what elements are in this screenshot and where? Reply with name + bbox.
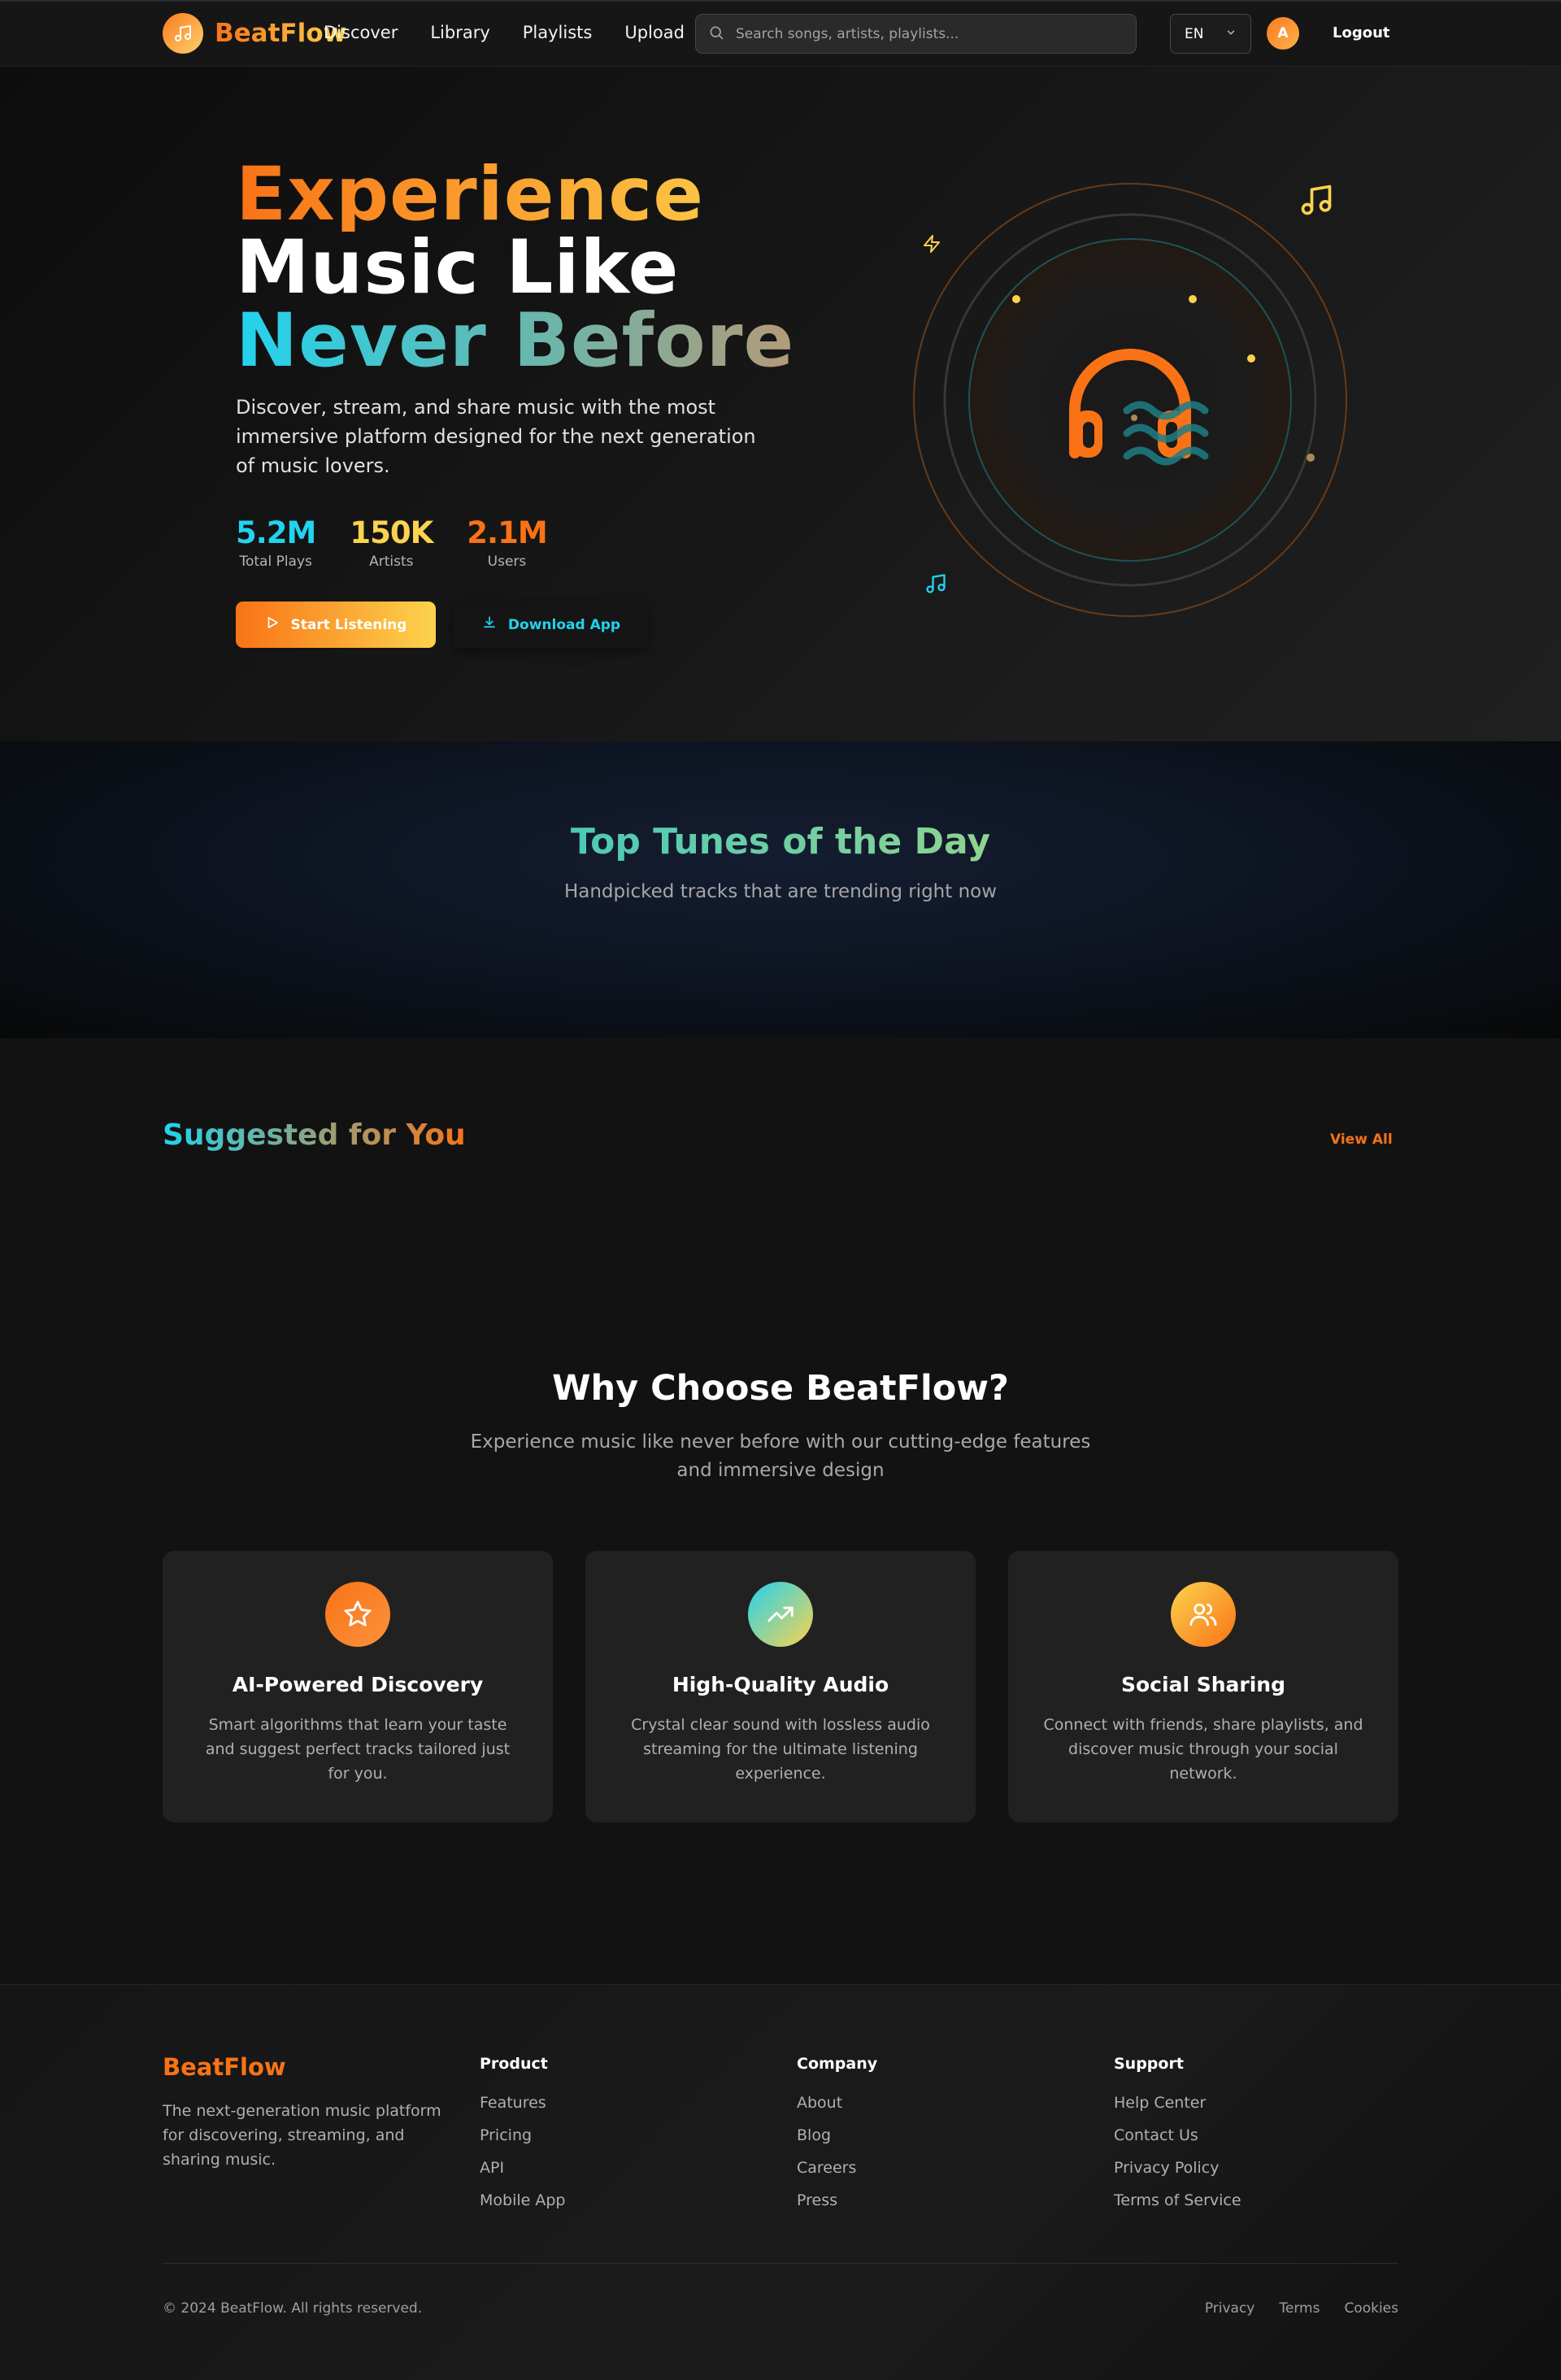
music-note-icon: [1298, 182, 1334, 221]
legal-link-terms[interactable]: Terms: [1279, 2300, 1320, 2317]
footer-link[interactable]: Careers: [797, 2159, 877, 2191]
search-icon: [708, 24, 724, 44]
footer-link[interactable]: Press: [797, 2191, 877, 2224]
feature-card-ai: AI-Powered Discovery Smart algorithms th…: [163, 1551, 553, 1822]
music-note-icon: [163, 13, 203, 54]
footer-column-title: Product: [480, 2055, 548, 2073]
legal-link-cookies[interactable]: Cookies: [1344, 2300, 1398, 2317]
logout-button[interactable]: Logout: [1333, 24, 1390, 41]
feature-card-social: Social Sharing Connect with friends, sha…: [1008, 1551, 1398, 1822]
top-navigation: BeatFlow Discover Library Playlists Uplo…: [0, 0, 1561, 67]
top-tunes-section: Top Tunes of the Day Handpicked tracks t…: [0, 741, 1561, 1038]
footer-link[interactable]: Mobile App: [480, 2191, 565, 2224]
play-icon: [265, 615, 280, 634]
star-icon: [325, 1582, 390, 1647]
stat-value: 2.1M: [467, 515, 547, 550]
footer-description: The next-generation music platform for d…: [163, 2102, 441, 2169]
stat-label: Artists: [369, 554, 414, 570]
feature-title: Social Sharing: [1121, 1673, 1285, 1696]
footer-link[interactable]: About: [797, 2094, 877, 2126]
footer-brand: BeatFlow: [163, 2053, 286, 2081]
chevron-down-icon: [1225, 26, 1237, 42]
footer-column-product: Product Features Pricing API Mobile App: [480, 2055, 565, 2224]
footer-column-title: Support: [1114, 2055, 1184, 2073]
feature-description: Crystal clear sound with lossless audio …: [631, 1716, 930, 1783]
search-bar: [695, 14, 1137, 54]
start-listening-label: Start Listening: [290, 616, 407, 633]
nav-link-upload[interactable]: Upload: [624, 23, 685, 42]
footer-column-support: Support Help Center Contact Us Privacy P…: [1114, 2055, 1241, 2224]
footer-link[interactable]: Privacy Policy: [1114, 2159, 1241, 2191]
feature-description: Smart algorithms that learn your taste a…: [205, 1716, 511, 1783]
footer: BeatFlow The next-generation music platf…: [0, 1984, 1561, 2380]
footer-link[interactable]: Terms of Service: [1114, 2191, 1241, 2224]
stat-users: 2.1M Users: [467, 515, 547, 570]
why-title: Why Choose BeatFlow?: [552, 1368, 1009, 1409]
hero-visualizer: [913, 183, 1347, 617]
top-tunes-subtitle: Handpicked tracks that are trending righ…: [563, 881, 998, 902]
feature-card-audio: High-Quality Audio Crystal clear sound w…: [585, 1551, 976, 1822]
trending-up-icon: [748, 1582, 813, 1647]
footer-legal-links: Privacy Terms Cookies: [1205, 2300, 1398, 2317]
search-input[interactable]: [736, 25, 1118, 42]
hero-title: Experience Music Like Never Before: [236, 158, 795, 384]
download-icon: [482, 615, 497, 634]
zap-icon: [922, 234, 941, 257]
nav-links: Discover Library Playlists Upload: [324, 23, 685, 42]
footer-link[interactable]: Help Center: [1114, 2094, 1241, 2126]
top-tunes-title-text: Top Tunes of the Day: [570, 821, 991, 862]
nav-link-library[interactable]: Library: [430, 23, 489, 42]
hero-stats: 5.2M Total Plays 150K Artists 2.1M Users: [236, 515, 548, 570]
copyright: © 2024 BeatFlow. All rights reserved.: [163, 2300, 423, 2317]
stat-artists: 150K Artists: [350, 515, 433, 570]
hero-subtitle: Discover, stream, and share music with t…: [236, 396, 756, 477]
legal-link-privacy[interactable]: Privacy: [1205, 2300, 1255, 2317]
stat-label: Total Plays: [239, 554, 312, 570]
nav-link-playlists[interactable]: Playlists: [523, 23, 593, 42]
start-listening-button[interactable]: Start Listening: [236, 602, 436, 648]
suggested-title: Suggested for You: [163, 1118, 466, 1152]
brand-logo[interactable]: BeatFlow: [163, 13, 346, 54]
why-subtitle: Experience music like never before with …: [470, 1431, 1091, 1481]
download-app-label: Download App: [507, 616, 621, 633]
footer-link[interactable]: Contact Us: [1114, 2126, 1241, 2159]
footer-link[interactable]: API: [480, 2159, 565, 2191]
users-icon: [1171, 1582, 1236, 1647]
nav-link-discover[interactable]: Discover: [324, 23, 398, 42]
footer-link[interactable]: Blog: [797, 2126, 877, 2159]
stat-label: Users: [487, 554, 527, 570]
hero-title-line1: Experience: [236, 158, 794, 232]
footer-divider: [163, 2263, 1398, 2264]
stat-value: 5.2M: [236, 515, 316, 550]
language-value: EN: [1185, 25, 1204, 42]
footer-link[interactable]: Features: [480, 2094, 565, 2126]
stat-total-plays: 5.2M Total Plays: [236, 515, 316, 570]
feature-title: AI-Powered Discovery: [232, 1673, 484, 1696]
hero-section: Experience Music Like Never Before Disco…: [0, 67, 1561, 741]
footer-link[interactable]: Pricing: [480, 2126, 565, 2159]
download-app-button[interactable]: Download App: [454, 602, 649, 648]
feature-title: High-Quality Audio: [672, 1673, 889, 1696]
hero-title-line2: Music Like: [236, 225, 680, 311]
stat-value: 150K: [350, 515, 433, 550]
top-tunes-title: Top Tunes of the Day: [0, 821, 1561, 862]
view-all-link[interactable]: View All: [1330, 1131, 1393, 1148]
hero-title-line3: Never Before: [236, 298, 795, 384]
footer-column-company: Company About Blog Careers Press: [797, 2055, 877, 2224]
footer-column-title: Company: [797, 2055, 878, 2073]
music-note-icon: [924, 572, 947, 598]
avatar[interactable]: A: [1267, 17, 1299, 50]
language-select[interactable]: EN: [1170, 14, 1251, 54]
feature-description: Connect with friends, share playlists, a…: [1043, 1716, 1363, 1783]
